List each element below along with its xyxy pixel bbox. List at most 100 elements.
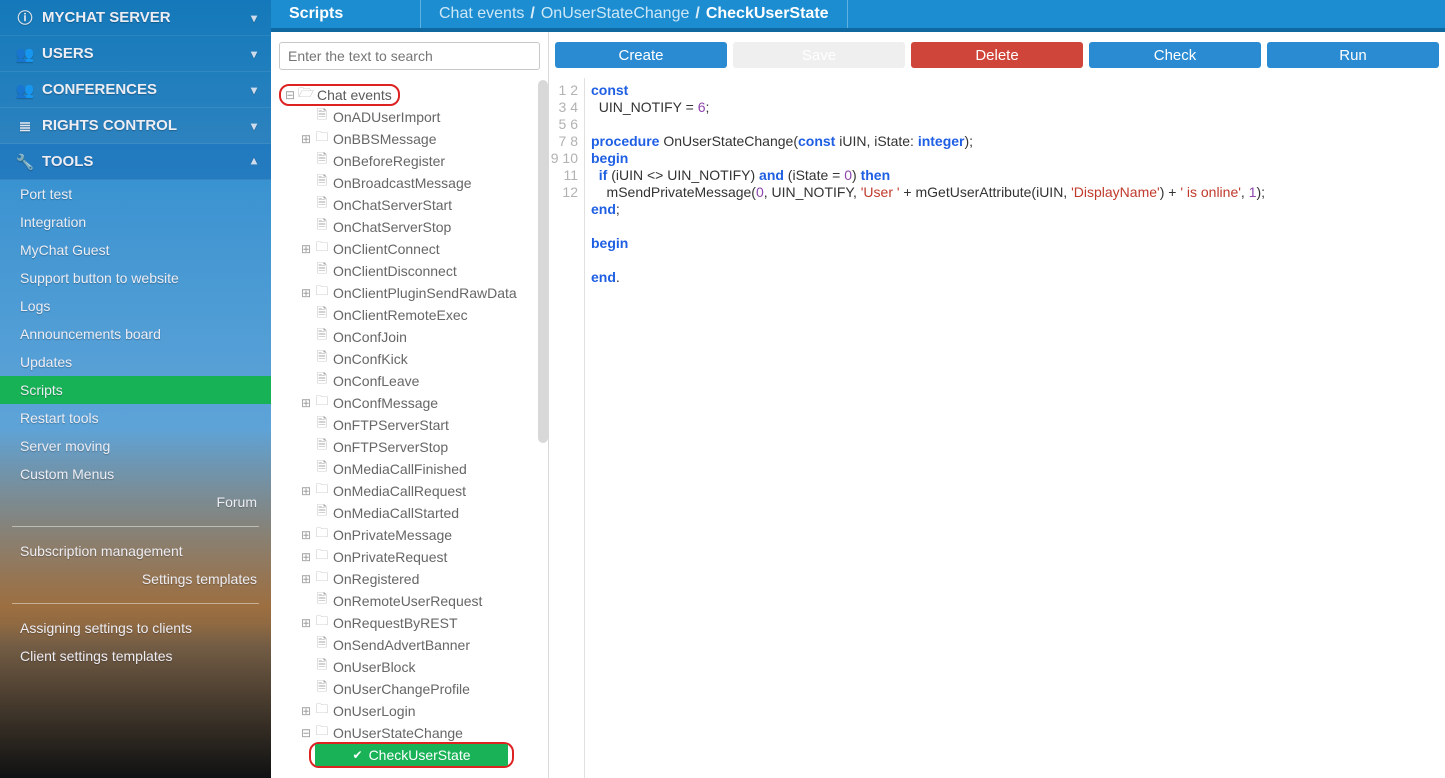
tree-node-OnBeforeRegister[interactable]: 🗎OnBeforeRegister [271,150,548,172]
expand-toggle-icon[interactable]: ⊟ [283,88,297,102]
breadcrumb: Scripts Chat events / OnUserStateChange … [271,0,1445,32]
sidebar-item-users[interactable]: 👥USERS▾ [0,36,271,72]
breadcrumb-seg-0[interactable]: Chat events [439,5,524,23]
tree-node-OnClientDisconnect[interactable]: 🗎OnClientDisconnect [271,260,548,282]
sidebar-sub-port-test[interactable]: Port test [0,180,271,208]
tree-node-OnClientPluginSendRawData[interactable]: ⊞🗀OnClientPluginSendRawData [271,282,548,304]
sidebar-sub-mychat-guest[interactable]: MyChat Guest [0,236,271,264]
tree-node-OnBBSMessage[interactable]: ⊞🗀OnBBSMessage [271,128,548,150]
tree-node-OnMediaCallFinished[interactable]: 🗎OnMediaCallFinished [271,458,548,480]
expand-toggle-icon[interactable]: ⊞ [299,572,313,586]
create-button[interactable]: Create [555,42,727,68]
expand-toggle-icon[interactable]: ⊞ [299,704,313,718]
sidebar-item-tools[interactable]: 🔧TOOLS▾ [0,144,271,180]
tree-node-OnPrivateMessage[interactable]: ⊞🗀OnPrivateMessage [271,524,548,546]
tree-node-OnRemoteUserRequest[interactable]: 🗎OnRemoteUserRequest [271,590,548,612]
expand-toggle-icon[interactable]: ⊞ [299,396,313,410]
tree-node-OnConfMessage[interactable]: ⊞🗀OnConfMessage [271,392,548,414]
tree-node-OnBroadcastMessage[interactable]: 🗎OnBroadcastMessage [271,172,548,194]
editor-pane: Create Save Delete Check Run 1 2 3 4 5 6… [549,32,1445,778]
tree-node-OnClientRemoteExec[interactable]: 🗎OnClientRemoteExec [271,304,548,326]
file-icon: 🗎 [313,304,331,326]
tree-node-OnConfLeave[interactable]: 🗎OnConfLeave [271,370,548,392]
sidebar-link-forum[interactable]: Forum [0,488,271,516]
sidebar-item-label: RIGHTS CONTROL [42,117,177,134]
expand-toggle-icon[interactable]: ⊟ [299,726,313,740]
tree-node-label: OnConfLeave [333,373,419,389]
tree-node-OnUserBlock[interactable]: 🗎OnUserBlock [271,656,548,678]
expand-toggle-icon[interactable]: ⊞ [299,132,313,146]
tree-node-OnMediaCallStarted[interactable]: 🗎OnMediaCallStarted [271,502,548,524]
sidebar-link-settings-templates[interactable]: Settings templates [0,565,271,593]
tree-node-label: OnUserLogin [333,703,416,719]
expand-toggle-icon[interactable]: ⊞ [299,484,313,498]
sidebar-item-conferences[interactable]: 👥CONFERENCES▾ [0,72,271,108]
sidebar-sub-server-moving[interactable]: Server moving [0,432,271,460]
tree-node-OnClientConnect[interactable]: ⊞🗀OnClientConnect [271,238,548,260]
tree-node-label: OnMediaCallStarted [333,505,459,521]
tree-node-label: OnBBSMessage [333,131,437,147]
sidebar-sub-logs[interactable]: Logs [0,292,271,320]
tree-node-label: OnRegistered [333,571,419,587]
tree-node-OnUserLogin[interactable]: ⊞🗀OnUserLogin [271,700,548,722]
sidebar-sub-updates[interactable]: Updates [0,348,271,376]
tree-root[interactable]: ⊟ 🗁 Chat events [271,84,548,106]
expand-toggle-icon[interactable]: ⊞ [299,286,313,300]
sidebar-link-subscription[interactable]: Subscription management [0,537,271,565]
sidebar-link-client-templates[interactable]: Client settings templates [0,642,271,670]
sidebar-item-label: TOOLS [42,153,93,170]
sidebar-link-assign-settings[interactable]: Assigning settings to clients [0,614,271,642]
tree-node-OnFTPServerStop[interactable]: 🗎OnFTPServerStop [271,436,548,458]
run-button[interactable]: Run [1267,42,1439,68]
tree-selected[interactable]: ✔ CheckUserState [271,744,548,766]
chevron-down-icon: ▾ [251,47,257,61]
tree-node-label: OnUserChangeProfile [333,681,470,697]
list-icon: ≣ [14,117,36,135]
sidebar-item-mychat-server[interactable]: ⓘMYCHAT SERVER▾ [0,0,271,36]
search-input[interactable] [288,48,531,64]
sidebar-item-rights-control[interactable]: ≣RIGHTS CONTROL▾ [0,108,271,144]
check-button[interactable]: Check [1089,42,1261,68]
search-input-wrap[interactable] [279,42,540,70]
tree-node-OnSendAdvertBanner[interactable]: 🗎OnSendAdvertBanner [271,634,548,656]
tree-node-label: OnClientConnect [333,241,440,257]
code-editor[interactable]: 1 2 3 4 5 6 7 8 9 10 11 12 const UIN_NOT… [549,78,1445,778]
expand-toggle-icon[interactable]: ⊞ [299,550,313,564]
delete-button[interactable]: Delete [911,42,1083,68]
sidebar-sub-announcements-board[interactable]: Announcements board [0,320,271,348]
sidebar-sub-custom-menus[interactable]: Custom Menus [0,460,271,488]
tree-node-OnPrivateRequest[interactable]: ⊞🗀OnPrivateRequest [271,546,548,568]
breadcrumb-section[interactable]: Scripts [271,0,421,28]
tree-scrollbar[interactable] [538,80,548,443]
file-icon: 🗎 [313,634,331,656]
tree-node-label: OnChatServerStart [333,197,452,213]
folder-icon: 🗀 [313,128,331,150]
sidebar-sub-restart-tools[interactable]: Restart tools [0,404,271,432]
tree-node-OnMediaCallRequest[interactable]: ⊞🗀OnMediaCallRequest [271,480,548,502]
sidebar-sub-support-button-to-website[interactable]: Support button to website [0,264,271,292]
file-icon: 🗎 [313,502,331,524]
line-gutter: 1 2 3 4 5 6 7 8 9 10 11 12 [549,78,585,778]
tree-node-OnUserStateChange[interactable]: ⊟🗀OnUserStateChange [271,722,548,744]
file-icon: 🗎 [313,678,331,700]
tree-node-label: OnRemoteUserRequest [333,593,482,609]
tree-node-OnRegistered[interactable]: ⊞🗀OnRegistered [271,568,548,590]
tree-node-OnConfKick[interactable]: 🗎OnConfKick [271,348,548,370]
folder-icon: 🗀 [313,524,331,546]
tree-node-OnConfJoin[interactable]: 🗎OnConfJoin [271,326,548,348]
tree-node-OnChatServerStop[interactable]: 🗎OnChatServerStop [271,216,548,238]
expand-toggle-icon[interactable]: ⊞ [299,242,313,256]
file-icon: 🗎 [313,194,331,216]
sidebar-sub-integration[interactable]: Integration [0,208,271,236]
tree-node-OnChatServerStart[interactable]: 🗎OnChatServerStart [271,194,548,216]
tree-node-OnRequestByREST[interactable]: ⊞🗀OnRequestByREST [271,612,548,634]
tree-node-OnADUserImport[interactable]: 🗎OnADUserImport [271,106,548,128]
sidebar-sub-scripts[interactable]: Scripts [0,376,271,404]
tree-node-OnUserChangeProfile[interactable]: 🗎OnUserChangeProfile [271,678,548,700]
code-body[interactable]: const UIN_NOTIFY = 6; procedure OnUserSt… [585,78,1445,778]
tree-node-label: OnBeforeRegister [333,153,445,169]
tree-node-OnFTPServerStart[interactable]: 🗎OnFTPServerStart [271,414,548,436]
breadcrumb-seg-1[interactable]: OnUserStateChange [541,5,690,23]
expand-toggle-icon[interactable]: ⊞ [299,528,313,542]
expand-toggle-icon[interactable]: ⊞ [299,616,313,630]
